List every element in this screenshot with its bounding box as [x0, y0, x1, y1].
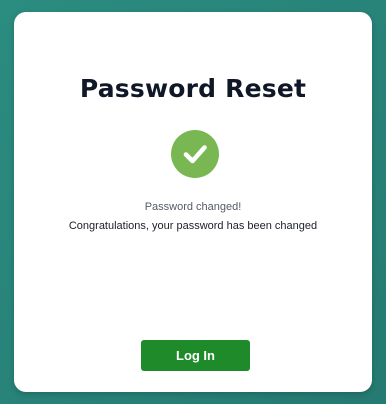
check-circle-icon: [171, 130, 219, 178]
success-message: Congratulations, your password has been …: [68, 220, 318, 232]
password-reset-card: Password Reset Password changed! Congrat…: [14, 12, 372, 392]
page-title: Password Reset: [79, 74, 307, 103]
login-button[interactable]: Log In: [141, 340, 250, 371]
checkmark-icon: [183, 145, 207, 164]
status-text: Password changed!: [144, 201, 242, 213]
